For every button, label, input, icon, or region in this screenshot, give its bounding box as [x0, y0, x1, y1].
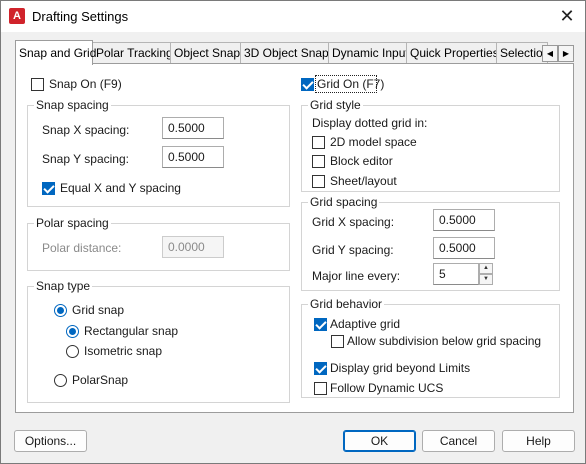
- polar-distance-label: Polar distance:: [42, 241, 122, 255]
- block-editor-checkbox[interactable]: [312, 155, 325, 168]
- rectangular-snap-label[interactable]: Rectangular snap: [84, 324, 178, 338]
- sheet-layout-checkbox[interactable]: [312, 175, 325, 188]
- snap-on-label[interactable]: Snap On (F9): [49, 77, 122, 91]
- cancel-button[interactable]: Cancel: [422, 430, 495, 452]
- major-line-every-input[interactable]: 5: [433, 263, 479, 285]
- tab-snap-and-grid[interactable]: Snap and Grid: [15, 40, 96, 65]
- tab-quick-properties[interactable]: Quick Properties: [406, 42, 499, 64]
- polar-snap-label[interactable]: PolarSnap: [72, 373, 128, 387]
- allow-subdivision-checkbox[interactable]: [331, 335, 344, 348]
- equal-xy-spacing-label[interactable]: Equal X and Y spacing: [60, 181, 181, 195]
- drafting-settings-dialog: A Drafting Settings ✕ Snap and Grid Pola…: [0, 0, 586, 464]
- snap-spacing-group: Snap spacing Snap X spacing: 0.5000 Snap…: [27, 98, 290, 207]
- grid-on-label[interactable]: Grid On (F7): [317, 77, 384, 91]
- display-beyond-limits-label[interactable]: Display grid beyond Limits: [330, 361, 470, 375]
- allow-subdivision-label[interactable]: Allow subdivision below grid spacing: [347, 334, 541, 348]
- grid-spacing-title: Grid spacing: [308, 195, 380, 209]
- snap-y-spacing-input[interactable]: 0.5000: [162, 146, 224, 168]
- polar-spacing-title: Polar spacing: [34, 216, 111, 230]
- adaptive-grid-label[interactable]: Adaptive grid: [330, 317, 400, 331]
- grid-style-caption: Display dotted grid in:: [312, 116, 428, 130]
- tab-object-snap[interactable]: Object Snap: [170, 42, 241, 64]
- block-editor-label[interactable]: Block editor: [330, 154, 393, 168]
- polar-distance-input[interactable]: 0.0000: [162, 236, 224, 258]
- grid-x-spacing-input[interactable]: 0.5000: [433, 209, 495, 231]
- tab-dynamic-input[interactable]: Dynamic Input: [328, 42, 409, 64]
- grid-snap-radio[interactable]: [54, 304, 67, 317]
- 2d-model-space-checkbox[interactable]: [312, 136, 325, 149]
- snap-type-group: Snap type Grid snap Rectangular snap Iso…: [27, 279, 290, 403]
- autocad-app-icon: A: [9, 8, 25, 24]
- help-button[interactable]: Help: [502, 430, 575, 452]
- title-bar: A Drafting Settings ✕: [1, 1, 585, 32]
- grid-style-group: Grid style Display dotted grid in: 2D mo…: [301, 98, 560, 192]
- sheet-layout-label[interactable]: Sheet/layout: [330, 174, 397, 188]
- display-beyond-limits-checkbox[interactable]: [314, 362, 327, 375]
- follow-dynamic-ucs-label[interactable]: Follow Dynamic UCS: [330, 381, 443, 395]
- adaptive-grid-checkbox[interactable]: [314, 318, 327, 331]
- isometric-snap-radio[interactable]: [66, 345, 79, 358]
- spin-down-icon[interactable]: ▼: [479, 274, 493, 285]
- grid-spacing-group: Grid spacing Grid X spacing: 0.5000 Grid…: [301, 195, 560, 291]
- close-icon[interactable]: ✕: [557, 6, 577, 26]
- grid-y-spacing-input[interactable]: 0.5000: [433, 237, 495, 259]
- grid-x-spacing-label: Grid X spacing:: [312, 215, 395, 229]
- snap-x-spacing-label: Snap X spacing:: [42, 123, 130, 137]
- ok-button[interactable]: OK: [343, 430, 416, 452]
- grid-on-checkbox[interactable]: [301, 78, 314, 91]
- polar-snap-radio[interactable]: [54, 374, 67, 387]
- snap-y-spacing-label: Snap Y spacing:: [42, 152, 129, 166]
- polar-spacing-group: Polar spacing Polar distance: 0.0000: [27, 216, 290, 271]
- rectangular-snap-radio[interactable]: [66, 325, 79, 338]
- tab-3d-object-snap[interactable]: 3D Object Snap: [240, 42, 329, 64]
- isometric-snap-label[interactable]: Isometric snap: [84, 344, 162, 358]
- grid-y-spacing-label: Grid Y spacing:: [312, 243, 394, 257]
- snap-type-title: Snap type: [34, 279, 93, 293]
- tab-selection[interactable]: Selection: [496, 42, 548, 64]
- grid-behavior-group: Grid behavior Adaptive grid Allow subdiv…: [301, 297, 560, 398]
- tab-scroll-left-icon[interactable]: ◀: [542, 45, 558, 62]
- major-line-every-label: Major line every:: [312, 269, 401, 283]
- tab-polar-tracking[interactable]: Polar Tracking: [92, 42, 173, 64]
- 2d-model-space-label[interactable]: 2D model space: [330, 135, 417, 149]
- grid-style-title: Grid style: [308, 98, 363, 112]
- spin-up-icon[interactable]: ▲: [479, 263, 493, 274]
- equal-xy-spacing-checkbox[interactable]: [42, 182, 55, 195]
- window-title: Drafting Settings: [32, 9, 129, 24]
- major-line-spinner[interactable]: ▲ ▼: [479, 263, 493, 285]
- snap-on-checkbox[interactable]: [31, 78, 44, 91]
- grid-behavior-title: Grid behavior: [308, 297, 385, 311]
- grid-snap-label[interactable]: Grid snap: [72, 303, 124, 317]
- snap-spacing-title: Snap spacing: [34, 98, 111, 112]
- options-button[interactable]: Options...: [14, 430, 87, 452]
- follow-dynamic-ucs-checkbox[interactable]: [314, 382, 327, 395]
- tab-scroll-right-icon[interactable]: ▶: [558, 45, 574, 62]
- snap-x-spacing-input[interactable]: 0.5000: [162, 117, 224, 139]
- snap-and-grid-panel: Snap On (F9) Grid On (F7) Snap spacing S…: [15, 63, 574, 413]
